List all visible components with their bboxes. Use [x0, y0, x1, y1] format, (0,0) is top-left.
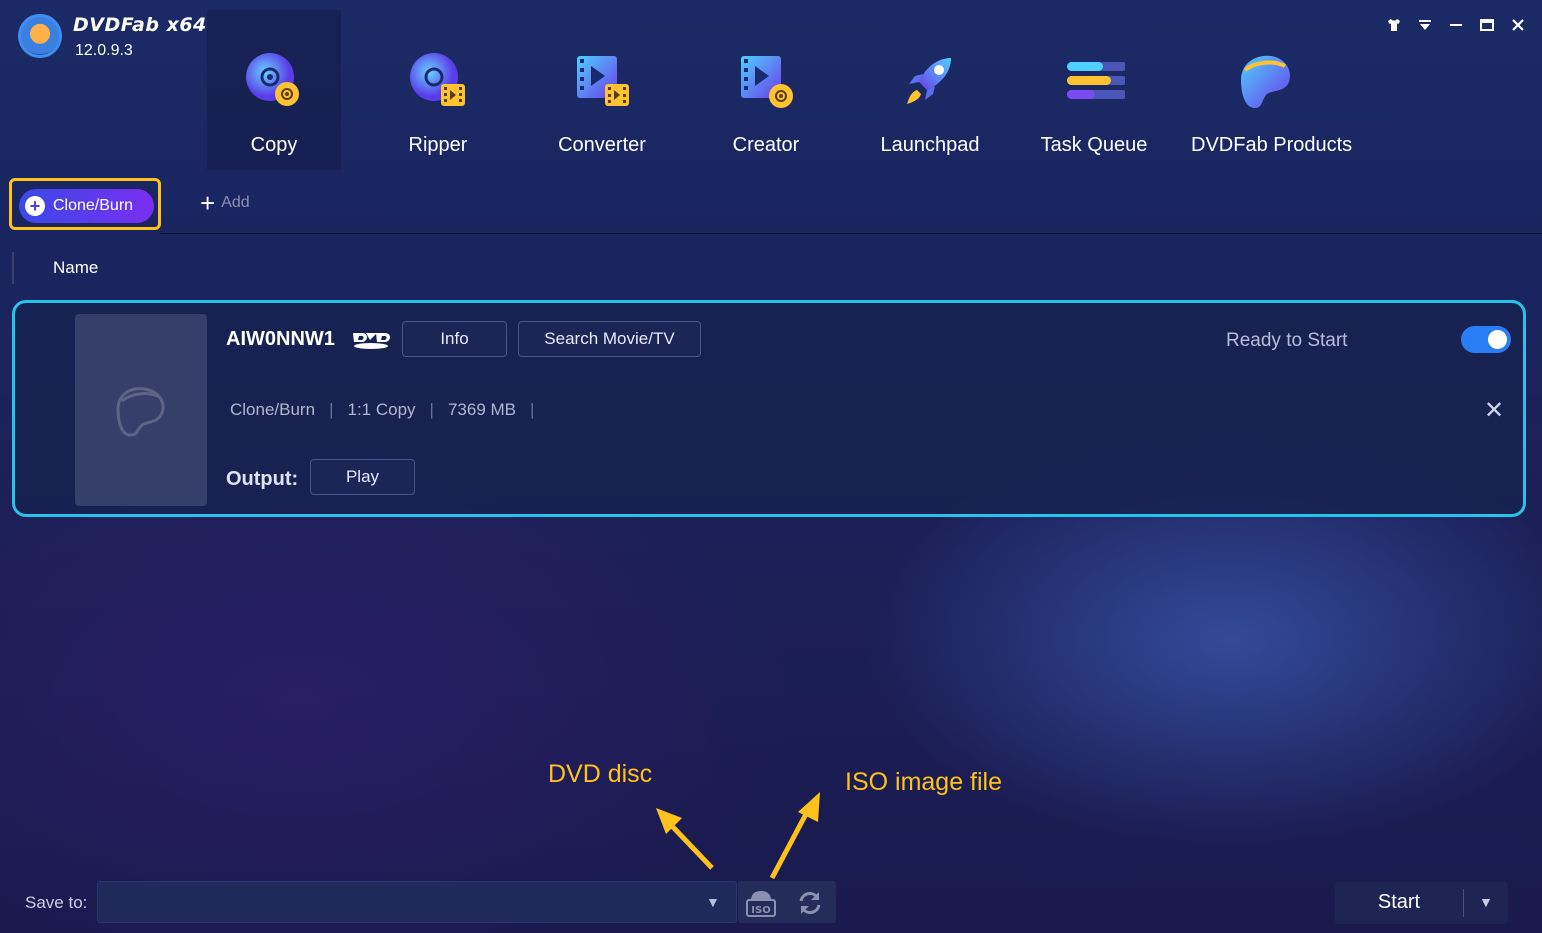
- meta-separator: |: [530, 400, 535, 419]
- clone-burn-mode-button[interactable]: + Clone/Burn: [19, 189, 154, 223]
- plus-circle-icon: +: [25, 196, 45, 216]
- meta-mode: Clone/Burn: [230, 400, 316, 419]
- video-creator-icon: [741, 56, 793, 108]
- annotation-iso-image: ISO image file: [845, 768, 1003, 796]
- nav-creator[interactable]: Creator: [699, 10, 833, 170]
- close-icon[interactable]: [1507, 16, 1529, 38]
- plus-icon: +: [200, 188, 216, 218]
- nav-label: Converter: [558, 134, 646, 156]
- remove-task-icon[interactable]: ✕: [1484, 396, 1504, 425]
- play-button[interactable]: Play: [310, 459, 415, 495]
- rocket-icon: [907, 58, 951, 104]
- save-to-input[interactable]: [97, 881, 737, 923]
- nav-label: DVDFab Products: [1191, 134, 1353, 156]
- nav-launchpad[interactable]: Launchpad: [863, 10, 997, 170]
- info-button[interactable]: Info: [402, 321, 507, 357]
- disc-ripper-icon: [410, 53, 465, 106]
- task-enable-toggle[interactable]: [1461, 326, 1511, 353]
- save-to-label: Save to:: [25, 893, 88, 912]
- meta-separator: |: [329, 400, 334, 419]
- nav-label: Launchpad: [880, 134, 980, 156]
- placeholder-mascot-icon: [116, 387, 165, 437]
- app-brand: DVDFab x64: [73, 14, 207, 36]
- chevron-down-icon[interactable]: ▼: [706, 894, 720, 910]
- meta-size: 7369 MB: [447, 400, 516, 419]
- output-label: Output:: [226, 468, 299, 490]
- nav-copy[interactable]: Copy: [207, 10, 341, 170]
- svg-text:ISO: ISO: [751, 905, 770, 916]
- nav-dvdfab-products[interactable]: DVDFab Products: [1191, 10, 1353, 170]
- shirt-icon[interactable]: [1383, 16, 1405, 38]
- mode-label: Clone/Burn: [53, 197, 134, 214]
- app-version: 12.0.9.3: [75, 42, 133, 59]
- minimize-icon[interactable]: [1445, 16, 1467, 38]
- add-label: Add: [221, 194, 250, 211]
- task-queue-icon: [1067, 62, 1125, 99]
- task-status: Ready to Start: [1226, 330, 1348, 351]
- refresh-icon[interactable]: [796, 889, 824, 917]
- disc-copy-icon: [246, 53, 299, 106]
- nav-task-queue[interactable]: Task Queue: [1027, 10, 1161, 170]
- column-separator: [12, 252, 14, 284]
- nav-label: Copy: [250, 134, 298, 156]
- task-meta: Clone/Burn | 1:1 Copy | 7369 MB |: [230, 400, 548, 420]
- start-button[interactable]: Start: [1335, 891, 1463, 914]
- toolbar-divider: [160, 233, 1542, 234]
- dvdfab-products-icon: [1241, 55, 1291, 108]
- annotation-arrows: [656, 792, 820, 880]
- meta-separator: |: [429, 400, 434, 419]
- dvdfab-logo: [18, 14, 62, 58]
- meta-copy-mode: 1:1 Copy: [347, 400, 416, 419]
- video-converter-icon: [577, 56, 629, 106]
- nav-label: Task Queue: [1040, 134, 1148, 156]
- start-separator: [1463, 889, 1464, 917]
- maximize-icon[interactable]: [1476, 16, 1498, 38]
- search-movie-tv-button[interactable]: Search Movie/TV: [518, 321, 701, 357]
- annotation-dvd-disc: DVD disc: [548, 760, 653, 788]
- add-button[interactable]: + Add: [200, 188, 250, 218]
- start-options-chevron-icon[interactable]: ▼: [1479, 894, 1493, 910]
- nav-label: Creator: [732, 134, 800, 156]
- task-title: AIW0NNW1: [226, 328, 335, 350]
- nav-ripper[interactable]: Ripper: [371, 10, 505, 170]
- toggle-knob: [1488, 330, 1507, 349]
- iso-icon[interactable]: ISO: [745, 888, 777, 918]
- menu-down-icon[interactable]: [1414, 16, 1436, 38]
- nav-label: Ripper: [408, 134, 468, 156]
- nav-converter[interactable]: Converter: [535, 10, 669, 170]
- dvd-logo-icon: [353, 333, 391, 349]
- column-header-name[interactable]: Name: [53, 258, 98, 278]
